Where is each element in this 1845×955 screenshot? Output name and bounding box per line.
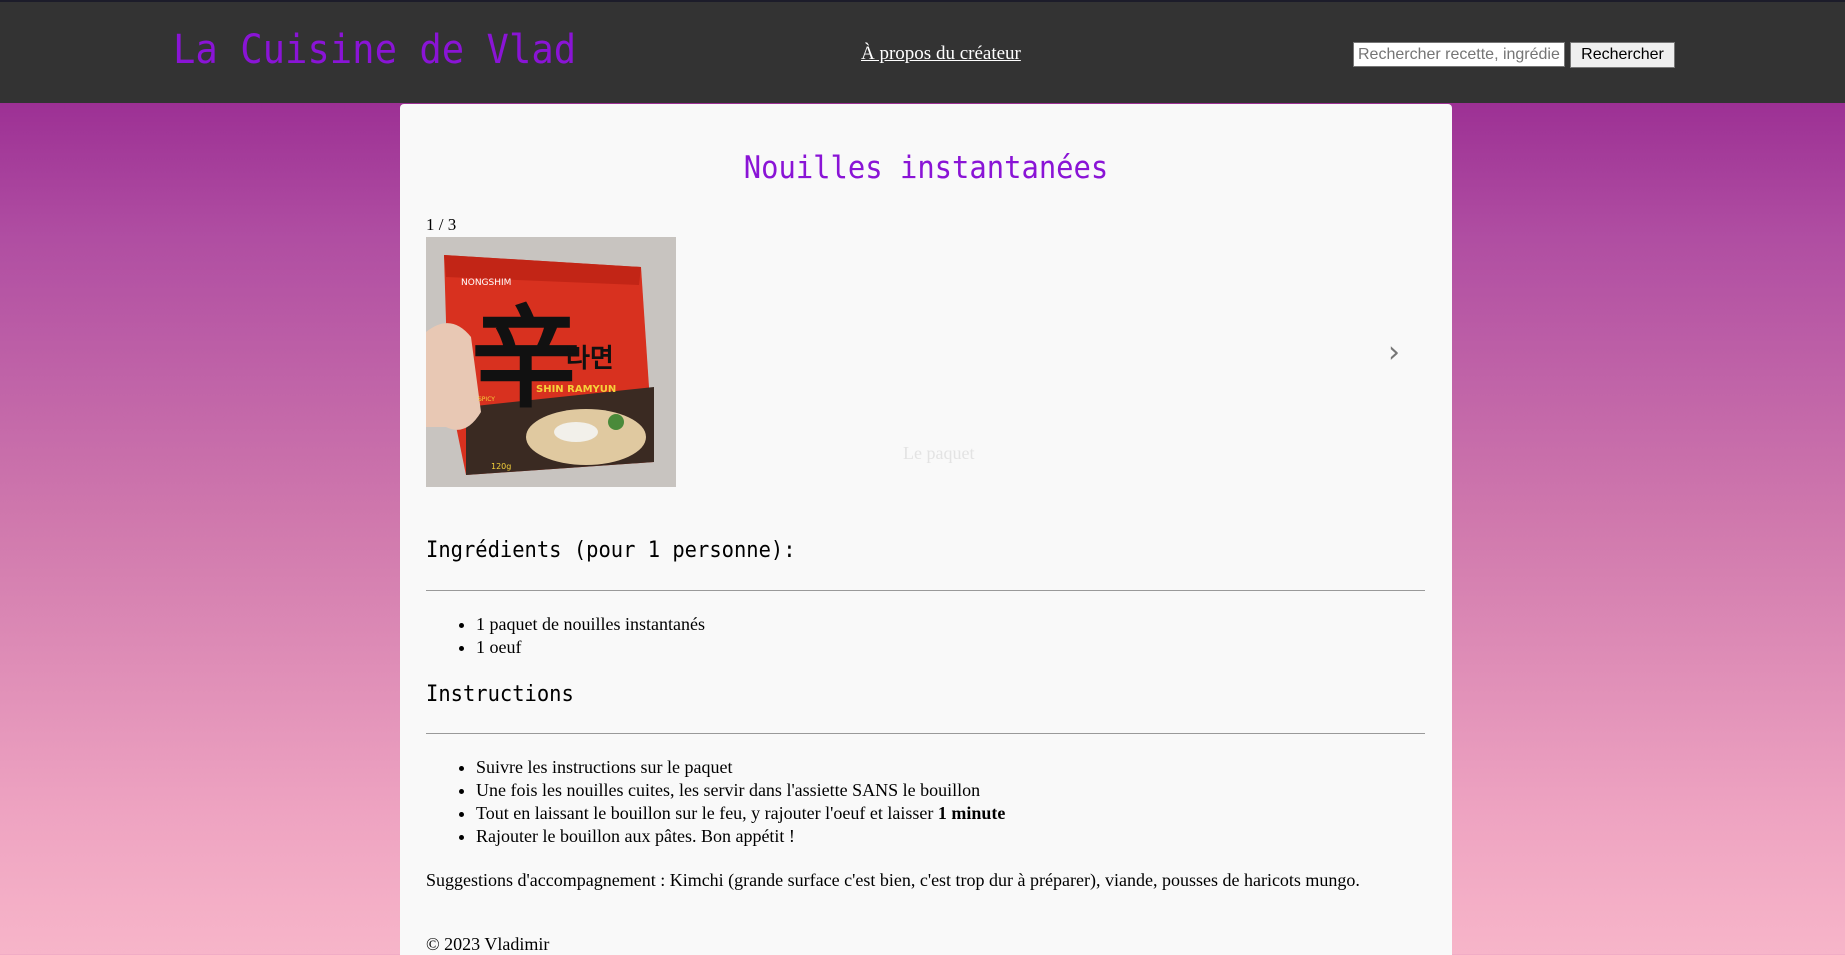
ingredient-item: 1 oeuf (476, 636, 705, 659)
instruction-text: Rajouter le bouillon aux pâtes. Bon appé… (476, 826, 795, 846)
instruction-emphasis: 1 minute (937, 803, 1006, 823)
ingredients-list: 1 paquet de nouilles instantanés1 oeuf (426, 613, 705, 659)
recipe-card: Nouilles instantanées 1 / 3 NONGSHIM 辛 라… (400, 104, 1452, 955)
slide-counter: 1 / 3 (426, 215, 457, 234)
search-button[interactable]: Rechercher (1570, 42, 1675, 68)
instruction-item: Suivre les instructions sur le paquet (476, 756, 1005, 779)
ingredients-heading: Ingrédients (pour 1 personne): (426, 538, 796, 563)
instruction-item: Rajouter le bouillon aux pâtes. Bon appé… (476, 825, 1005, 848)
instruction-item: Tout en laissant le bouillon sur le feu,… (476, 802, 1005, 825)
instructions-divider (426, 733, 1425, 734)
instruction-text: Une fois les nouilles cuites, les servir… (476, 780, 981, 800)
copyright: © 2023 Vladimir (426, 934, 550, 954)
instructions-heading: Instructions (426, 682, 574, 707)
site-title[interactable]: La Cuisine de Vlad (173, 30, 576, 70)
slide-image: NONGSHIM 辛 라면 SHIN RAMYUN SPICY 120g (426, 237, 676, 487)
package-hangul-text: 라면 (566, 344, 614, 374)
recipe-title: Nouilles instantanées (743, 150, 1109, 186)
package-product-text: SHIN RAMYUN (536, 384, 616, 395)
instruction-item: Une fois les nouilles cuites, les servir… (476, 779, 1005, 802)
ingredients-divider (426, 590, 1425, 591)
instruction-text: Suivre les instructions sur le paquet (476, 757, 733, 777)
chevron-right-icon[interactable]: › (1388, 338, 1400, 368)
suggestions-text: Suggestions d'accompagnement : Kimchi (g… (426, 870, 1360, 890)
about-creator-link[interactable]: À propos du créateur (861, 43, 1021, 65)
site-header: La Cuisine de Vlad À propos du créateur … (0, 0, 1845, 103)
ingredient-item: 1 paquet de nouilles instantanés (476, 613, 705, 636)
slide-caption: Le paquet (903, 443, 975, 463)
noodle-package-illustration: NONGSHIM 辛 라면 SHIN RAMYUN SPICY 120g (426, 237, 676, 487)
search-input[interactable] (1353, 42, 1565, 67)
package-brand-text: NONGSHIM (461, 278, 511, 288)
instructions-list: Suivre les instructions sur le paquet Une… (426, 756, 1005, 848)
package-weight-text: 120g (491, 462, 511, 471)
instruction-text: Tout en laissant le bouillon sur le feu,… (476, 803, 938, 823)
package-hanja-text: 辛 (471, 295, 581, 423)
package-spicy-text: SPICY (478, 396, 495, 403)
